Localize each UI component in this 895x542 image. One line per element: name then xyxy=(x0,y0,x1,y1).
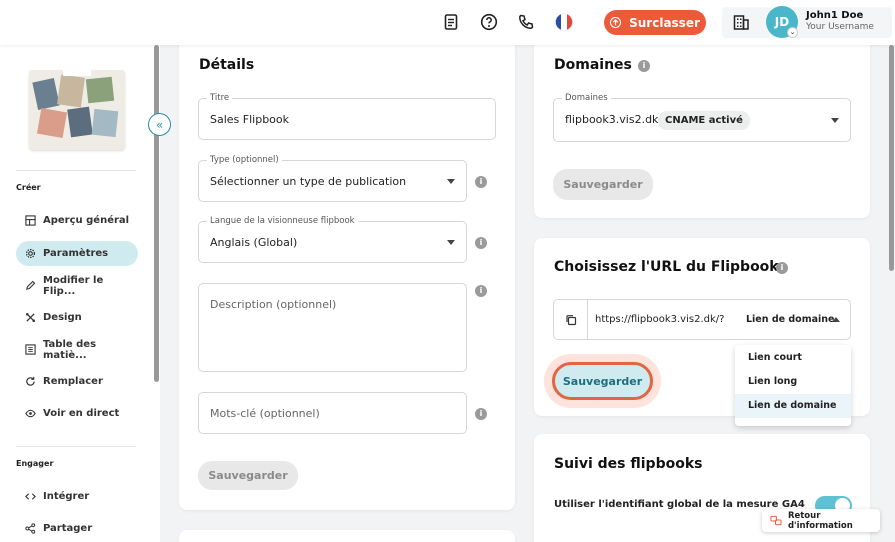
domains-title: Domaines xyxy=(554,57,632,73)
section-title-create: Créer xyxy=(16,183,41,192)
sidebar-divider xyxy=(16,170,136,171)
dropdown-option-long-link[interactable]: Lien long xyxy=(735,370,851,394)
sidebar-item-embed[interactable]: Intégrer xyxy=(16,484,138,509)
caret-down-icon xyxy=(447,240,455,245)
building-icon[interactable] xyxy=(732,13,750,31)
keywords-input[interactable]: Mots-clé (optionnel) xyxy=(198,392,467,434)
upgrade-label: Surclasser xyxy=(629,15,700,30)
pencil-icon xyxy=(26,280,36,290)
flipbook-url-field[interactable]: https://flipbook3.vis2.dk/? Lien de doma… xyxy=(553,299,851,340)
info-icon[interactable]: i xyxy=(638,60,650,72)
info-icon[interactable]: i xyxy=(776,262,788,274)
sidebar-item-label: Voir en direct xyxy=(43,408,120,419)
design-tools-icon xyxy=(26,313,35,322)
title-field-value: Sales Flipbook xyxy=(210,113,290,126)
user-name: John1 Doe xyxy=(806,10,864,21)
help-icon[interactable] xyxy=(480,13,498,31)
copy-url-button[interactable] xyxy=(554,300,588,339)
sidebar-item-label: Table des matiè... xyxy=(43,338,97,361)
phone-icon[interactable] xyxy=(517,13,535,31)
feedback-button[interactable]: Retour d'information xyxy=(762,509,880,532)
language-select-label: Langue de la visionneuse flipbook xyxy=(207,216,358,226)
info-icon[interactable]: i xyxy=(475,237,487,249)
url-type-dropdown: Lien court Lien long Lien de domaine xyxy=(735,345,851,426)
refresh-icon xyxy=(26,376,35,386)
sidebar-item-design[interactable]: Design xyxy=(16,305,138,330)
domains-select[interactable]: Domaines flipbook3.vis2.dk CNAME activé xyxy=(553,93,851,142)
double-chevron-left-icon: « xyxy=(155,117,164,132)
feedback-label: Retour d'information xyxy=(787,510,853,531)
next-card xyxy=(179,530,515,542)
type-select-value: Sélectionner un type de publication xyxy=(210,175,407,188)
flipbook-url-value[interactable]: https://flipbook3.vis2.dk/? xyxy=(595,314,729,325)
flipbook-thumbnail[interactable] xyxy=(29,70,125,150)
sidebar-divider xyxy=(16,446,136,447)
details-title: Détails xyxy=(199,57,255,73)
cname-badge: CNAME activé xyxy=(658,111,750,130)
feedback-icon xyxy=(770,515,782,526)
domains-save-button[interactable]: Sauvegarder xyxy=(553,169,653,200)
sidebar-item-settings[interactable]: Paramètres xyxy=(16,241,138,266)
tracking-title: Suivi des flipbooks xyxy=(554,456,703,472)
dropdown-option-domain-link[interactable]: Lien de domaine xyxy=(735,394,851,418)
url-title: Choisissez l'URL du Flipbook xyxy=(554,259,779,275)
main-scrollbar[interactable] xyxy=(889,45,894,271)
keywords-placeholder: Mots-clé (optionnel) xyxy=(210,407,320,420)
sidebar-item-label: Design xyxy=(43,312,82,323)
share-icon xyxy=(25,523,36,534)
code-icon xyxy=(25,493,36,500)
dropdown-option-short-link[interactable]: Lien court xyxy=(735,346,851,370)
sidebar-item-table-of-contents[interactable]: Table des matiè... xyxy=(16,337,138,362)
sidebar: Créer Aperçu général Paramètres Modifier… xyxy=(0,45,160,542)
sidebar-item-overview[interactable]: Aperçu général xyxy=(16,208,138,233)
collapse-sidebar-button[interactable]: « xyxy=(148,113,171,136)
flipbook-cover-image xyxy=(29,70,125,150)
type-select[interactable]: Type (optionnel) Sélectionner un type de… xyxy=(198,155,467,202)
copy-icon xyxy=(565,314,576,325)
sidebar-item-label: Modifier le Flip... xyxy=(43,274,104,297)
sidebar-scrollbar[interactable] xyxy=(154,45,159,382)
title-field-label: Titre xyxy=(207,93,233,103)
language-select-value: Anglais (Global) xyxy=(210,236,298,249)
url-type-select[interactable]: Lien de domaine xyxy=(746,314,834,325)
layout-icon xyxy=(25,215,36,226)
upgrade-button[interactable]: Surclasser xyxy=(604,10,706,35)
document-icon[interactable] xyxy=(442,13,460,31)
info-icon[interactable]: i xyxy=(475,285,487,297)
gear-icon xyxy=(25,248,36,259)
caret-down-icon xyxy=(447,179,455,184)
caret-down-icon xyxy=(831,118,839,123)
sidebar-item-label: Remplacer xyxy=(43,376,103,387)
language-select[interactable]: Langue de la visionneuse flipbook Anglai… xyxy=(198,216,467,263)
description-textarea[interactable]: Description (optionnel) xyxy=(198,283,467,372)
sidebar-item-edit-flipbook[interactable]: Modifier le Flip... xyxy=(16,273,138,298)
sidebar-item-replace[interactable]: Remplacer xyxy=(16,369,138,394)
eye-icon xyxy=(25,409,36,418)
french-flag-icon[interactable] xyxy=(555,13,573,31)
sidebar-item-label: Partager xyxy=(43,523,93,534)
section-title-engage: Engager xyxy=(16,459,54,468)
top-bar: Surclasser JD ⌄ John1 Doe Your Username xyxy=(0,0,895,45)
chevron-down-icon: ⌄ xyxy=(787,27,798,38)
title-field[interactable]: Titre Sales Flipbook xyxy=(198,93,496,140)
url-save-button[interactable]: Sauvegarder xyxy=(552,362,653,400)
details-save-button[interactable]: Sauvegarder xyxy=(198,461,298,490)
domains-select-value: flipbook3.vis2.dk xyxy=(565,113,659,126)
arrow-up-icon xyxy=(610,17,622,28)
info-icon[interactable]: i xyxy=(475,408,487,420)
sidebar-item-view-live[interactable]: Voir en direct xyxy=(16,401,138,426)
table-of-contents-icon xyxy=(25,344,36,355)
sidebar-item-label: Intégrer xyxy=(43,491,90,502)
domains-select-label: Domaines xyxy=(562,93,611,103)
sidebar-item-label: Aperçu général xyxy=(43,215,130,226)
type-select-label: Type (optionnel) xyxy=(207,155,282,165)
description-placeholder: Description (optionnel) xyxy=(210,298,337,311)
info-icon[interactable]: i xyxy=(475,176,487,188)
sidebar-item-label: Paramètres xyxy=(43,248,109,259)
user-subtitle: Your Username xyxy=(806,22,874,32)
caret-up-icon xyxy=(832,317,840,322)
sidebar-item-share[interactable]: Partager xyxy=(16,516,138,541)
